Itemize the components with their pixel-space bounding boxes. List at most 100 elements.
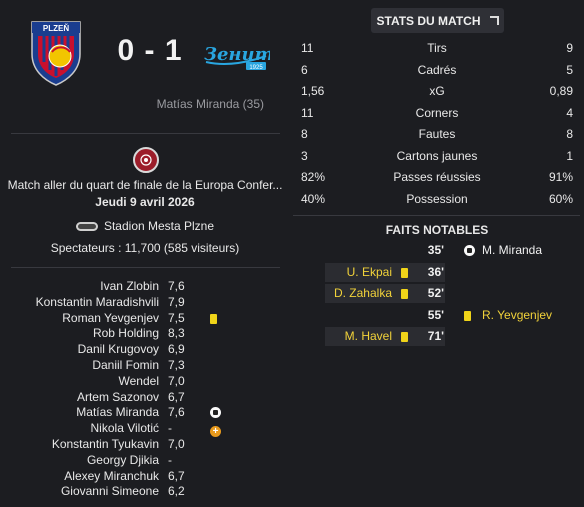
viktoria-plzen-crest-icon[interactable]: PLZEŇ (30, 18, 82, 86)
event-player[interactable]: D. Zahalka (334, 286, 392, 300)
player-name[interactable]: Ivan Zlobin (100, 279, 159, 293)
lineup-row[interactable]: Rob Holding 8,3 (0, 326, 290, 342)
event-minute: 52' (427, 286, 444, 300)
notable-events-list: 35' M. Miranda 36' U. Ekpai 52' D. Zahalka 55'… (290, 240, 584, 348)
stat-row: 6 Cadrés 5 (290, 60, 584, 82)
stat-away-value: 1 (566, 148, 573, 163)
stat-away-value: 5 (566, 62, 573, 77)
lineup-row[interactable]: Danil Krugovoy 6,9 (0, 342, 290, 358)
stadium-name: Stadion Mesta Plzne (103, 219, 215, 233)
event-row: 36' U. Ekpai (290, 262, 584, 284)
player-rating: 8,3 (168, 326, 185, 341)
player-rating: 7,6 (168, 405, 185, 420)
event-player[interactable]: R. Yevgenjev (482, 308, 552, 322)
event-row: 35' M. Miranda (290, 240, 584, 262)
player-name[interactable]: Georgy Djikia (87, 453, 159, 467)
stat-label: Cartons jaunes (396, 148, 478, 163)
expand-icon (489, 16, 499, 25)
divider (11, 267, 280, 268)
player-name[interactable]: Roman Yevgenjev (62, 311, 159, 325)
lineup-row[interactable]: Alexey Miranchuk 6,7 (0, 469, 290, 485)
player-rating: 6,7 (168, 468, 185, 483)
player-name[interactable]: Danil Krugovoy (78, 342, 159, 356)
player-rating: 6,2 (168, 484, 185, 499)
stat-label: xG (429, 84, 445, 98)
stats-table: 11 Tirs 9 6 Cadrés 5 1,56 xG 0,89 11 Corners 4 8 Faut… (290, 38, 584, 210)
match-date: Jeudi 9 avril 2026 (95, 195, 195, 209)
stat-row: 40% Possession 60% (290, 189, 584, 211)
player-name[interactable]: Nikola Vilotić (91, 421, 159, 435)
yellow-card-icon (401, 288, 408, 302)
match-summary-panel: PLZEŇ 0 - 1 Зенит 1925 Matías Miranda (3… (0, 0, 290, 507)
lineup-row[interactable]: Daniil Fomin 7,3 (0, 358, 290, 374)
stat-away-value: 9 (566, 41, 573, 55)
player-name[interactable]: Alexey Miranchuk (64, 469, 159, 483)
player-name[interactable]: Wendel (119, 374, 159, 388)
event-minute: 36' (427, 264, 444, 279)
event-minute: 55' (427, 307, 444, 322)
divider (11, 133, 280, 134)
player-rating: 7,6 (168, 279, 185, 293)
event-minute: 35' (427, 243, 444, 257)
player-rating: 6,9 (168, 342, 185, 357)
lineup-row[interactable]: Ivan Zlobin 7,6 (0, 279, 290, 295)
player-rating: - (168, 452, 172, 467)
player-rating: - (168, 421, 172, 436)
notable-events-title: FAITS NOTABLES (385, 223, 489, 237)
yellow-card-icon (464, 310, 471, 324)
lineup-row[interactable]: Nikola Vilotić - + (0, 421, 290, 438)
player-rating: 7,0 (168, 436, 185, 451)
player-rating: 7,3 (168, 357, 185, 372)
away-crest-year: 1925 (249, 65, 263, 71)
stat-label: Fautes (418, 127, 456, 141)
stat-row: 8 Fautes 8 (290, 124, 584, 146)
player-name[interactable]: Konstantin Maradishvili (36, 295, 159, 309)
player-rating: 7,0 (168, 373, 185, 388)
stat-label: Corners (415, 105, 459, 120)
stat-label: Tirs (427, 41, 447, 55)
match-stats-button[interactable]: STATS DU MATCH (371, 8, 504, 33)
player-name[interactable]: Rob Holding (93, 326, 159, 340)
stat-row: 3 Cartons jaunes 1 (290, 146, 584, 168)
lineup-row[interactable]: Georgy Djikia - (0, 453, 290, 469)
home-crest-text: PLZEŇ (43, 24, 69, 33)
lineup-row[interactable]: Roman Yevgenjev 7,5 (0, 311, 290, 327)
event-row: 71' M. Havel (290, 326, 584, 348)
stat-away-value: 8 (566, 127, 573, 141)
event-minute: 71' (427, 329, 444, 343)
stat-label: Possession (406, 191, 468, 206)
event-player[interactable]: M. Havel (345, 329, 392, 343)
player-name[interactable]: Giovanni Simeone (61, 484, 159, 498)
player-name[interactable]: Artem Sazonov (77, 390, 159, 404)
stat-label: Cadrés (417, 62, 457, 77)
lineup-row[interactable]: Giovanni Simeone 6,2 (0, 484, 290, 500)
away-scorer: Matías Miranda (35) (156, 97, 264, 111)
stadium-icon (75, 222, 98, 232)
away-crest-text: Зенит (204, 44, 270, 65)
stat-row: 11 Corners 4 (290, 103, 584, 125)
uefa-competition-icon[interactable] (133, 147, 159, 173)
event-player[interactable]: M. Miranda (482, 243, 542, 257)
player-name[interactable]: Matías Miranda (76, 405, 159, 419)
player-name[interactable]: Konstantin Tyukavin (52, 437, 159, 451)
event-row: 52' D. Zahalka (290, 283, 584, 305)
player-rating: 7,5 (168, 310, 185, 325)
stat-row: 11 Tirs 9 (290, 38, 584, 60)
yellow-card-icon (401, 331, 408, 345)
event-player[interactable]: U. Ekpai (347, 265, 392, 279)
player-rating: 7,9 (168, 294, 185, 309)
stat-away-value: 0,89 (549, 84, 573, 98)
lineup-row[interactable]: Konstantin Maradishvili 7,9 (0, 295, 290, 311)
player-name[interactable]: Daniil Fomin (92, 358, 159, 372)
divider (293, 215, 580, 216)
competition-name: Match aller du quart de finale de la Eur… (7, 178, 283, 192)
match-stats-label: STATS DU MATCH (376, 13, 481, 28)
stat-row: 82% Passes réussies 91% (290, 167, 584, 189)
lineup-row[interactable]: Artem Sazonov 6,7 (0, 390, 290, 406)
match-score: 0 - 1 (117, 34, 183, 67)
lineup-row[interactable]: Konstantin Tyukavin 7,0 (0, 437, 290, 453)
lineup-row[interactable]: Matías Miranda 7,6 (0, 405, 290, 421)
lineup-row[interactable]: Wendel 7,0 (0, 374, 290, 390)
zenit-crest-icon[interactable]: Зенит 1925 (202, 38, 270, 72)
event-row: 55' R. Yevgenjev (290, 305, 584, 327)
